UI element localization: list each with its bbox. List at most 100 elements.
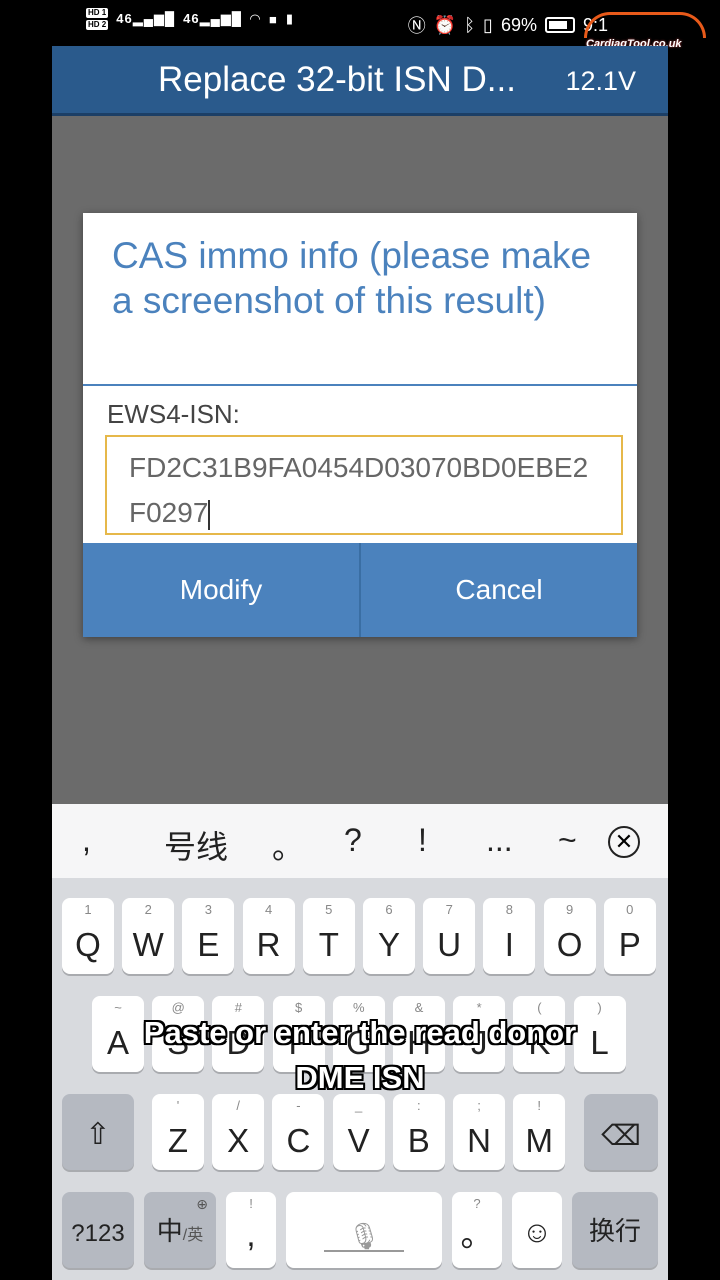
key-e[interactable]: 3E <box>182 898 235 974</box>
nfc-icon: Ⓝ <box>407 16 426 36</box>
key-hint: _ <box>354 1098 363 1113</box>
language-key-main: 中 <box>156 1216 183 1246</box>
key-c[interactable]: -C <box>272 1094 325 1170</box>
shift-key[interactable]: ⇧ <box>62 1094 134 1170</box>
cancel-button[interactable]: Cancel <box>359 543 637 637</box>
key-hint: 0 <box>626 902 634 917</box>
page-title: Replace 32-bit ISN D... <box>158 60 516 99</box>
language-key[interactable]: 中/英 ⊕ <box>144 1192 216 1268</box>
battery-percent: 69% <box>500 14 537 35</box>
battery-voltage: 12.1V <box>565 66 636 96</box>
key-label: Z <box>167 1122 189 1159</box>
candidate-comma[interactable]: , <box>82 822 91 859</box>
candidate-word[interactable]: 号线 <box>164 822 228 868</box>
key-hint: 3 <box>204 902 212 917</box>
comma-key[interactable]: ! , <box>226 1192 276 1268</box>
key-label: E <box>197 926 220 963</box>
modify-button[interactable]: Modify <box>83 543 359 637</box>
key-q[interactable]: 1Q <box>62 898 114 974</box>
hd2-badge: HD 2 <box>86 20 109 30</box>
key-label: I <box>504 926 514 963</box>
key-v[interactable]: _ V <box>332 1094 385 1170</box>
caption-line-1: Paste or enter the read donor <box>143 1015 577 1050</box>
key-z[interactable]: ' Z <box>152 1094 204 1170</box>
symbols-key-label: ?123 <box>71 1220 125 1247</box>
key-hint: / <box>236 1098 240 1113</box>
dialog-title: CAS immo info (please make a screenshot … <box>112 235 592 321</box>
video-caption: Paste or enter the read donor DME ISN <box>0 1010 720 1100</box>
candidate-ellipsis[interactable]: ... <box>486 822 513 859</box>
candidate-period[interactable]: 。 <box>272 822 304 868</box>
key-label: W <box>132 926 164 963</box>
key-hint: 8 <box>505 902 513 917</box>
shift-icon: ⇧ <box>85 1118 111 1151</box>
language-key-label: 中/英 <box>144 1211 216 1248</box>
candidate-tilde[interactable]: ~ <box>558 822 577 859</box>
watermark-swoosh-icon <box>584 12 706 38</box>
candidate-bar: , 号线 。 ? ! ... ~ ✕ <box>52 804 668 878</box>
status-bar: HD 1 HD 2 46▂▄▆█ 46▂▄▆█ ◠ ■ ▮ Ⓝ ⏰ ᛒ ▯ 69… <box>0 0 720 50</box>
close-candidates-icon[interactable]: ✕ <box>608 826 640 858</box>
key-label: R <box>256 926 281 963</box>
cas-immo-dialog: CAS immo info (please make a screenshot … <box>83 213 637 637</box>
comma-key-sub: ! <box>249 1196 253 1211</box>
isn-input[interactable]: FD2C31B9FA0454D03070BD0EBE2F0297 <box>105 435 623 535</box>
key-y[interactable]: 6Y <box>363 898 415 974</box>
key-m[interactable]: ! M <box>513 1094 566 1170</box>
period-key-main: 。 <box>460 1216 494 1253</box>
emoji-icon: ☺ <box>521 1216 553 1249</box>
battery-icon <box>544 17 575 33</box>
key-i[interactable]: 8I <box>483 898 536 974</box>
key-hint: 9 <box>565 902 574 917</box>
key-x[interactable]: / X <box>212 1094 265 1170</box>
isn-input-value: FD2C31B9FA0454D03070BD0EBE2F0297 <box>129 452 589 528</box>
key-label: O <box>556 926 583 963</box>
key-t[interactable]: 5T <box>302 898 355 974</box>
key-hint: 6 <box>385 902 393 917</box>
key-label: P <box>618 926 641 963</box>
space-key[interactable]: 🎙 <box>286 1192 442 1268</box>
enter-key-label: 换行 <box>588 1216 641 1246</box>
key-hint: : <box>416 1098 421 1113</box>
battery-small-icon: ▮ <box>285 11 295 26</box>
dialog-buttons: Modify Cancel <box>83 543 637 637</box>
key-hint: 5 <box>325 902 333 917</box>
key-hint: 2 <box>144 902 152 917</box>
signal-1-label: 46 <box>116 11 133 26</box>
key-r[interactable]: 4R <box>242 898 295 974</box>
backspace-key[interactable]: ⌫ <box>584 1094 658 1170</box>
hd-badges: HD 1 HD 2 <box>86 8 109 30</box>
symbols-key[interactable]: ?123 <box>62 1192 134 1268</box>
key-hint: 4 <box>264 902 273 917</box>
candidate-exclaim[interactable]: ! <box>418 822 427 859</box>
app-header: Replace 32-bit ISN D... 12.1V <box>52 46 668 116</box>
key-p[interactable]: 0P <box>603 898 656 974</box>
signal-1-icon: 46▂▄▆█ <box>116 11 176 26</box>
key-label: U <box>437 926 462 963</box>
bluetooth-icon: ᛒ <box>464 14 476 35</box>
key-label: T <box>318 926 339 963</box>
key-hint: ' <box>176 1098 180 1113</box>
dialog-divider <box>83 384 637 386</box>
key-n[interactable]: ; N <box>453 1094 505 1170</box>
wifi-icon: ◠ <box>250 11 262 26</box>
hd1-badge: HD 1 <box>86 8 109 18</box>
space-bar-line <box>324 1250 404 1252</box>
key-label: V <box>347 1122 370 1159</box>
key-o[interactable]: 9O <box>543 898 596 974</box>
key-hint: - <box>296 1098 301 1113</box>
video-icon: ■ <box>269 11 278 27</box>
key-hint: 1 <box>84 902 92 917</box>
period-key[interactable]: ? 。 <box>452 1192 502 1268</box>
key-hint: ! <box>537 1098 541 1113</box>
globe-icon: ⊕ <box>196 1196 208 1212</box>
key-label: M <box>525 1122 553 1159</box>
key-label: X <box>227 1122 250 1159</box>
emoji-key[interactable]: ☺ <box>512 1192 562 1268</box>
enter-key[interactable]: 换行 <box>572 1192 658 1268</box>
key-b[interactable]: :B <box>392 1094 445 1170</box>
key-u[interactable]: 7U <box>423 898 476 974</box>
candidate-question[interactable]: ? <box>344 822 362 859</box>
alarm-icon: ⏰ <box>433 14 457 35</box>
key-w[interactable]: 2W <box>122 898 175 974</box>
